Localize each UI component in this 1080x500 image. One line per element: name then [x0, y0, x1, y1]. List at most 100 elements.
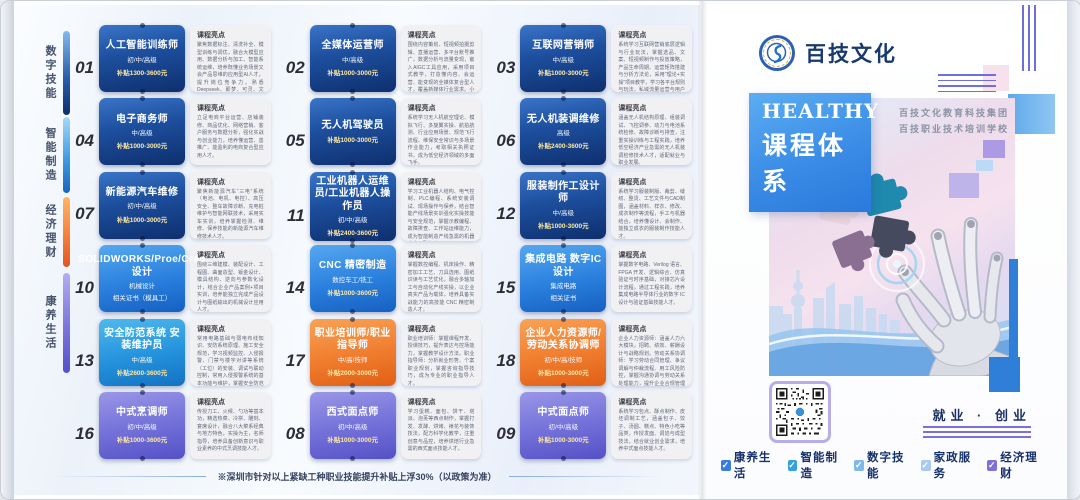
course-unit: 08 西式面点师 初/中/高级 补贴1000-3000元 课程亮点 学习蛋糕、面…: [281, 392, 482, 459]
course-card: 工业机器人运维员/工业机器人操作员 初/中/高级 补贴2400-3600元: [310, 172, 396, 242]
cover-title-block: HEALTHY 课程体系: [749, 93, 871, 212]
course-subsidy: 补贴1000-3000元: [327, 67, 378, 77]
page-left-edge: [1, 1, 14, 499]
highlights-text: 传授刀工、火候、勺功等基本功，精选热菜、冷拼、雕刻、宴席设计，融合八大菜系经典与…: [197, 409, 264, 454]
highlights-heading: 课程亮点: [408, 397, 475, 407]
cover-title-cn: 课程体系: [762, 126, 871, 198]
course-unit: 03 互联网营销师 中/高级 补贴1000-3000元 课程亮点 系统学习互联网…: [491, 25, 692, 92]
highlights-text: 常用电路基础与弱电布线知识、安防系统原理、施工安全规范，学习视频监控、入侵报警、…: [197, 336, 264, 386]
course-number: 11: [281, 188, 305, 226]
course-card: CNC 精密制造 数控车工/铣工 补贴1000-3600元: [310, 245, 396, 312]
course-highlights-box: 课程亮点 掌握数控编程、机床操作、精密加工工艺、刀具选用、图纸识读与工艺优化，融…: [401, 245, 482, 312]
highlights-heading: 课程亮点: [197, 250, 264, 260]
course-number: 08: [281, 406, 305, 444]
course-unit: 17 职业培训师/职业指导师 中/高/技师 补贴2000-3000元 课程亮点 …: [281, 319, 482, 386]
tag-label: 数字技能: [867, 449, 912, 481]
course-highlights-box: 课程亮点 系统学习包点、酥点制作、皮坯调制工艺，涵盖包子、饺子、汤圆、糕点、特色…: [611, 392, 692, 459]
course-highlights-box: 课程亮点 围绕内容策划、短视频拍摄剪辑、直播运营、多平台账号推广，数据分析与流量…: [401, 25, 482, 92]
course-card: 服装制作工设计师 中/高级 补贴1000-3000元: [520, 172, 606, 239]
course-card: 安全防范系统 安装维护员 中/高级 补贴2600-3600元: [99, 319, 185, 386]
category-color-bar: [63, 117, 70, 193]
organization-names: 百技文化教育科技集团 百技职业技术培训学校: [899, 105, 1009, 137]
course-subsidy: 补贴1000-3000元: [538, 67, 589, 77]
course-number: 03: [491, 40, 515, 78]
tag-wellness: ✓ 康养生活: [721, 449, 779, 481]
highlights-text: 学习蛋糕、面包、饼干、塔派、泡芙等西点制作，掌握打发、发酵、烘烤、裱花与装饰技法…: [408, 409, 475, 454]
footnote-text: ※深圳市针对以上紧缺工种职业技能提升补贴上浮30%（以政策为准）: [218, 470, 497, 483]
checkbox-icon: ✓: [721, 460, 731, 471]
course-row: 16 中式烹调师 初/中/高级 补贴1000-3600元 课程亮点 传授刀工、火…: [70, 392, 692, 459]
course-cert: 相关证书: [550, 294, 576, 303]
highlights-heading: 课程亮点: [197, 30, 264, 40]
blue-band-decor: [1008, 94, 1055, 134]
course-title: 企业人力资源师/劳动关系协调师: [523, 328, 603, 353]
course-highlights-box: 课程亮点 立足电商平台运营、店铺装修、商品优化、网络营销、客户服务与数据分析，强…: [190, 98, 271, 165]
course-title: 互联网营销师: [532, 40, 594, 53]
course-number: 02: [281, 40, 305, 78]
course-highlights-box: 课程亮点 掌握数字电路、Verilog 语言、FPGA 开发、逻辑综合、仿真验证…: [611, 245, 692, 312]
highlights-text: 围绕三维建模、装配设计、工程图、曲面造型、钣金设计、模具结构、逆向与参数化设计，…: [197, 262, 264, 312]
course-unit: 10 SOLIDWORKS/Proe/Creo设计 机械设计 相关证书（模具工）…: [70, 245, 271, 312]
highlights-heading: 课程亮点: [618, 250, 685, 260]
brand-logo-icon: [759, 35, 795, 71]
highlights-text: 系统学习包点、酥点制作、皮坯调制工艺，涵盖包子、饺子、汤圆、糕点、特色小吃等品类…: [618, 409, 685, 454]
slogan-underlines: [923, 426, 1031, 441]
blue-square-decor: [989, 357, 1020, 392]
highlights-heading: 课程亮点: [408, 250, 475, 260]
highlights-heading: 课程亮点: [197, 177, 264, 187]
course-highlights-box: 课程亮点 职业培训师：掌握课程开发、授课技巧，提升表达与控场能力，掌握教学设计方…: [401, 319, 482, 386]
tag-smart-manufacturing: ✓ 智能制造: [788, 449, 846, 481]
footnote-divider-left: [50, 476, 206, 477]
course-highlights-box: 课程亮点 涵盖无人机结构原理、组装调试、飞控调参、动力与电池系统检修、故障诊断与…: [611, 98, 692, 165]
course-card: 互联网营销师 中/高级 补贴1000-3000元: [520, 25, 606, 92]
cover-panel: 百技文化 百技文化教育科技集团 百技职业技术培训学校: [707, 1, 1067, 499]
course-title: 新能源汽车维修: [106, 187, 179, 200]
course-subsidy: 补贴2000-3000元: [327, 367, 378, 377]
course-subsidy: 补贴2400-3600元: [327, 227, 378, 237]
category-tag-row: ✓ 康养生活 ✓ 智能制造 ✓ 数字技能 ✓ 家政服务 ✓ 经济理财: [721, 449, 1045, 481]
course-number: 01: [70, 40, 94, 78]
course-highlights-box: 课程亮点 聚焦数据标注、清洗补全、模型训练与调优，融合大模型应用、数据分析与加工…: [190, 25, 271, 92]
brand-name: 百技文化: [805, 38, 897, 68]
course-unit: 14 CNC 精密制造 数控车工/铣工 补贴1000-3600元 课程亮点 掌握…: [281, 245, 482, 312]
course-card: 集成电路 数字IC设计 集成电路 相关证书: [520, 245, 606, 312]
course-level: 机械设计: [129, 282, 155, 291]
corner-lines-decor: [1022, 5, 1036, 71]
course-card: 电子商务师 中/高级 补贴1000-3000元: [99, 98, 185, 165]
course-number: 13: [70, 333, 94, 371]
course-row: 13 安全防范系统 安装维护员 中/高级 补贴2600-3600元 课程亮点 常…: [70, 319, 692, 386]
course-number: 18: [491, 333, 515, 371]
subsidy-footnote: ※深圳市针对以上紧缺工种职业技能提升补贴上浮30%（以政策为准）: [50, 470, 664, 483]
course-highlights-box: 课程亮点 学习工业机器人结构、电气控制、PLC编程、系统安装调试、现场操作与保养…: [401, 172, 482, 242]
course-level: 初/中/高级: [127, 202, 157, 211]
course-cert: 相关证书（模具工）: [113, 294, 172, 303]
course-unit: 07 新能源汽车维修 初/中/高级 补贴1000-3000元 课程亮点 聚焦新能…: [70, 172, 271, 239]
course-unit: 13 安全防范系统 安装维护员 中/高级 补贴2600-3600元 课程亮点 常…: [70, 319, 271, 386]
tag-digital-skills: ✓ 数字技能: [854, 449, 912, 481]
course-title: 人工智能训练师: [106, 40, 179, 53]
course-number: 17: [281, 333, 305, 371]
course-subsidy: 补贴1000-3000元: [117, 214, 168, 224]
category-label: 数字技能: [42, 45, 58, 101]
tag-label: 经济理财: [1000, 449, 1045, 481]
category-color-bar: [63, 31, 70, 115]
highlights-text: 围绕内容策划、短视频拍摄剪辑、直播运营、多平台账号推广，数据分析与流量变现，嵌入…: [408, 42, 475, 92]
highlights-text: 掌握数字电路、Verilog 语言、FPGA 开发、逻辑综合、仿真验证与时序基础…: [618, 262, 685, 307]
course-card: SOLIDWORKS/Proe/Creo设计 机械设计 相关证书（模具工）: [99, 245, 185, 312]
category-label: 康养生活: [42, 295, 58, 351]
course-card: 中式烹调师 初/中/高级 补贴1000-3600元: [99, 392, 185, 459]
course-level: 初/中/高/技师: [544, 356, 582, 365]
course-level: 初/中/高级: [338, 216, 368, 225]
course-subsidy: 补贴1000-3000元: [538, 434, 589, 444]
highlights-text: 系统学习服装制版、裁剪、缝纫、整烫、工艺文件与CAD制图，涵盖材料、样衣、修改、…: [618, 189, 685, 239]
course-title: 西式面点师: [327, 407, 379, 420]
tag-label: 康养生活: [734, 449, 779, 481]
course-card: 西式面点师 初/中/高级 补贴1000-3000元: [310, 392, 396, 459]
course-title: 工业机器人运维员/工业机器人操作员: [313, 176, 393, 214]
course-level: 中/高级: [342, 56, 363, 65]
course-subsidy: 补贴1000-3600元: [117, 434, 168, 444]
category-sidebar: 数字技能 智能制造 经济理财 康养生活: [14, 5, 72, 495]
course-card: 企业人力资源师/劳动关系协调师 初/中/高/技师 补贴1000-3000元: [520, 319, 606, 386]
tag-label: 家政服务: [934, 449, 979, 481]
course-title: CNC 精密制造: [319, 260, 387, 273]
